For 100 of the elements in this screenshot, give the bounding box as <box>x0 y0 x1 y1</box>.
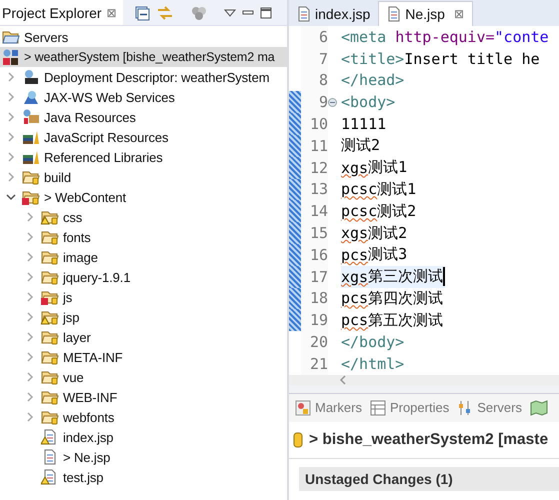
code-line: pcs测试3 <box>341 244 408 266</box>
tree-item[interactable]: Referenced Libraries <box>0 147 287 167</box>
tree-item[interactable]: > weatherSystem [bishe_weatherSystem2 ma <box>0 47 287 67</box>
tree-item[interactable]: Deployment Descriptor: weatherSystem <box>0 67 287 87</box>
folder-error-icon <box>22 189 40 205</box>
view-menu-icon[interactable] <box>224 8 236 18</box>
tree-label: jquery-1.9.1 <box>63 270 130 284</box>
editor-tab[interactable]: index.jsp <box>289 2 378 26</box>
folder-icon <box>2 29 20 45</box>
tree-item[interactable]: index.jsp <box>0 427 287 447</box>
tree-item[interactable]: webfonts <box>0 407 287 427</box>
view-tab[interactable]: Servers <box>457 400 522 416</box>
tree-item[interactable]: js <box>0 287 287 307</box>
tree-label: image <box>63 250 98 264</box>
markers-icon <box>295 400 311 416</box>
tree-label: test.jsp <box>63 470 104 484</box>
folder-warning-icon <box>41 309 59 325</box>
tree-item[interactable]: JAX-WS Web Services <box>0 87 287 107</box>
line-number: 16 <box>301 244 328 266</box>
tree-item[interactable]: jquery-1.9.1 <box>0 267 287 287</box>
line-number: 14 <box>301 200 328 222</box>
line-number: 11 <box>301 134 328 157</box>
code-line: </head> <box>341 70 404 92</box>
tree-label: Java Resources <box>44 110 136 124</box>
tab-label: Ne.jsp <box>405 6 445 22</box>
code-line: pcs第四次测试 <box>341 288 444 310</box>
line-number: 17 <box>301 266 328 288</box>
tree-item[interactable]: Java Resources <box>0 107 287 127</box>
collapse-all-icon[interactable] <box>134 4 150 20</box>
link-editor-icon[interactable] <box>156 4 174 20</box>
folder-icon <box>41 349 59 365</box>
tree-item[interactable]: > WebContent <box>0 187 287 207</box>
code-line: <meta http-equiv="conte <box>341 26 549 48</box>
line-number: 20 <box>301 331 328 353</box>
editor-tab[interactable]: Ne.jsp ⊠ <box>378 1 473 26</box>
tree-label: META-INF <box>63 350 123 364</box>
code-line: xgs测试1 <box>341 157 408 179</box>
close-icon[interactable]: ⊠ <box>454 7 464 21</box>
repository-title: > bishe_weatherSystem2 [maste <box>309 430 548 449</box>
folder-icon <box>41 249 59 265</box>
code-line: pcsc测试1 <box>341 178 416 200</box>
horizontal-scrollbar[interactable] <box>289 374 559 385</box>
tree-item[interactable]: jsp <box>0 307 287 327</box>
tree-item[interactable]: fonts <box>0 227 287 247</box>
tree-item[interactable]: image <box>0 247 287 267</box>
tree-item[interactable]: layer <box>0 327 287 347</box>
line-number: 7 <box>301 48 328 70</box>
line-number: 12 <box>301 156 328 179</box>
folder-icon <box>22 169 40 185</box>
tree-label: vue <box>63 370 84 384</box>
file-icon <box>387 6 402 22</box>
line-number: 6 <box>301 26 328 48</box>
tree-item[interactable]: WEB-INF <box>0 387 287 407</box>
folder-error-icon <box>41 289 59 305</box>
line-number: 10 <box>301 113 328 135</box>
view-tab[interactable]: Markers <box>295 400 362 416</box>
tree-item[interactable]: test.jsp <box>0 467 287 487</box>
folder-icon <box>41 369 59 385</box>
code-line: <title>Insert title he <box>341 48 540 70</box>
tab-label: Servers <box>477 400 522 416</box>
tree-label: jsp <box>63 310 80 324</box>
code-line: 测试2 <box>341 135 380 156</box>
tree-label: layer <box>63 330 91 344</box>
code-line: </body> <box>341 332 404 353</box>
line-number: 18 <box>301 288 328 310</box>
line-number: 15 <box>301 222 328 244</box>
section-header[interactable]: Unstaged Changes (1) <box>299 466 559 491</box>
map-icon <box>530 400 548 416</box>
tree-item[interactable]: vue <box>0 367 287 387</box>
tree-label: Referenced Libraries <box>44 150 163 164</box>
project-explorer-tab[interactable]: Project Explorer ⊠ <box>0 0 123 25</box>
maximize-icon[interactable] <box>260 6 272 18</box>
table-icon <box>370 400 386 416</box>
tree-item[interactable]: JavaScript Resources <box>0 127 287 147</box>
tree-label: js <box>63 290 72 304</box>
tree-label: WEB-INF <box>63 390 118 404</box>
books-icon <box>22 129 40 145</box>
tree-item[interactable]: css <box>0 207 287 227</box>
books-icon <box>22 149 40 165</box>
tree-item[interactable]: build <box>0 167 287 187</box>
code-line: </html> <box>341 354 404 375</box>
scroll-left-icon[interactable] <box>339 374 347 385</box>
tree-item[interactable]: META-INF <box>0 347 287 367</box>
code-line: <body> <box>341 92 396 114</box>
tab-label: index.jsp <box>315 6 370 22</box>
line-number: 13 <box>301 178 328 200</box>
tree-label: > Ne.jsp <box>63 450 110 464</box>
tree-label: Deployment Descriptor: weatherSystem <box>44 70 270 84</box>
folder-warning-icon <box>41 209 59 225</box>
line-number: 9 <box>301 91 328 114</box>
view-tab[interactable]: Properties <box>370 400 450 416</box>
folder-icon <box>41 409 59 425</box>
tree-item[interactable]: > Ne.jsp <box>0 447 287 467</box>
code-line: xgs测试2 <box>341 222 408 244</box>
tab-label: Properties <box>390 400 450 416</box>
folder-icon <box>41 229 59 245</box>
repository-icon <box>293 432 303 448</box>
tree-item[interactable]: Servers <box>0 27 287 47</box>
view-tab[interactable] <box>530 400 548 416</box>
fold-icon[interactable] <box>328 98 337 107</box>
